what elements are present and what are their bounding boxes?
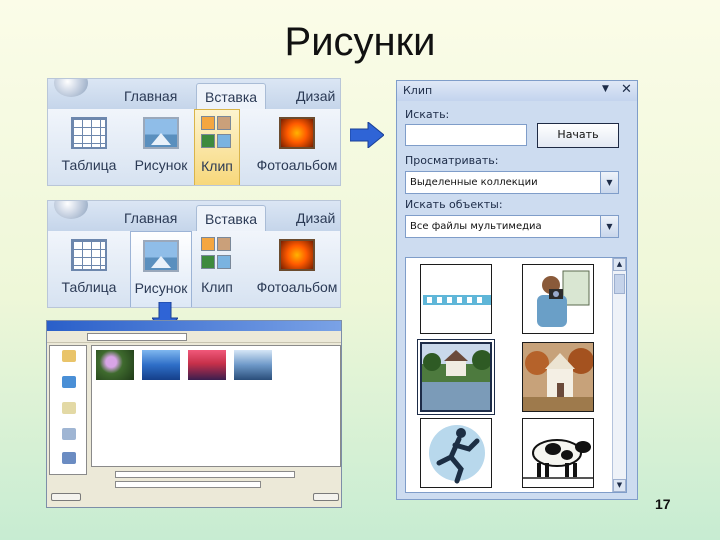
file-list [91,345,341,467]
clipart-result-film-strip[interactable] [420,264,492,334]
places-bar [49,345,87,475]
file-thumbnail[interactable] [142,350,180,380]
ribbon-tab-bar: Главная Вставка Дизай [48,79,340,109]
scroll-thumb[interactable] [614,274,625,294]
table-button-label: Таблица [61,157,117,173]
file-thumbnail[interactable] [234,350,272,380]
tab-insert[interactable]: Вставка [196,205,267,231]
film-strip-icon [423,295,491,305]
places-item[interactable] [54,350,84,363]
pane-title: Клип [403,84,433,97]
insert-button[interactable] [313,493,339,501]
clipart-result-white-house[interactable] [522,342,594,412]
picture-icon [143,117,179,149]
file-type-field[interactable] [115,481,261,488]
tools-button[interactable] [51,493,81,501]
clipart-icon [201,237,233,273]
places-item[interactable] [54,452,84,465]
ribbon-body: Таблица Рисунок Клип Фотоальбом [48,109,340,185]
picture-button[interactable]: Рисунок [130,231,192,307]
slide-title: Рисунки [284,20,436,64]
table-button[interactable]: Таблица [50,231,128,307]
file-thumbnail[interactable] [96,350,134,380]
tab-design[interactable]: Дизай [288,83,340,109]
clipart-task-pane: Клип ▼ ✕ Искать: Начать Просматривать: В… [396,80,638,500]
clipart-result-photographer[interactable] [522,264,594,334]
clipart-button[interactable]: Клип [194,231,240,307]
table-icon [71,117,107,149]
table-icon [71,239,107,271]
folder-select[interactable] [87,333,187,341]
go-button[interactable]: Начать [537,123,619,148]
clipart-icon [201,116,233,152]
file-thumbnail[interactable] [188,350,226,380]
tab-home[interactable]: Главная [116,83,185,109]
photo-album-button[interactable]: Фотоальбом [242,109,340,185]
results-scrollbar[interactable]: ▲ ▼ [612,258,626,492]
picture-button-label: Рисунок [134,157,188,173]
picture-icon [143,240,179,272]
places-item[interactable] [54,376,84,389]
picture-button[interactable]: Рисунок [130,109,192,185]
ribbon-insert-clip: Главная Вставка Дизай Таблица Рисунок Кл… [47,78,341,186]
white-house-icon [523,343,593,411]
file-type-row [91,481,341,489]
clipart-button-label: Клип [201,158,233,174]
cow-icon [523,439,593,479]
search-input[interactable] [405,124,527,146]
photo-album-button[interactable]: Фотоальбом [242,231,340,307]
insert-picture-dialog [46,320,342,508]
file-name-field[interactable] [115,471,295,478]
photo-album-icon [279,239,315,271]
media-types-select[interactable]: Все файлы мультимедиа ▼ [405,215,619,238]
media-types-label: Искать объекты: [405,198,503,211]
dialog-toolbar [47,331,341,343]
office-button-icon[interactable] [54,79,88,97]
running-figure-icon [429,425,485,484]
chevron-down-icon[interactable]: ▼ [600,216,618,237]
tab-insert[interactable]: Вставка [196,83,267,109]
chevron-down-icon[interactable]: ▼ [600,172,618,193]
close-icon[interactable]: ✕ [621,82,632,97]
pane-header: Клип ▼ ✕ [397,81,637,101]
ribbon-tab-bar: Главная Вставка Дизай [48,201,340,231]
table-button-label: Таблица [61,279,117,295]
clipart-result-cow[interactable] [522,418,594,488]
media-types-select-value: Все файлы мультимедиа [410,221,542,232]
places-item[interactable] [54,402,84,415]
photo-album-icon [279,117,315,149]
ribbon-insert-picture: Главная Вставка Дизай Таблица Рисунок Кл… [47,200,341,308]
photo-album-button-label: Фотоальбом [256,157,338,173]
places-item[interactable] [54,428,84,441]
browse-label: Просматривать: [405,154,499,167]
photographer-icon [537,270,590,327]
clipart-results: ▲ ▼ [405,257,627,493]
lake-house-icon [422,344,490,410]
clipart-button-label: Клип [201,279,233,295]
arrow-right-icon [350,122,384,148]
collections-select-value: Выделенные коллекции [410,177,538,188]
office-button-icon[interactable] [54,201,88,219]
ribbon-body: Таблица Рисунок Клип Фотоальбом [48,231,340,307]
picture-button-label: Рисунок [134,280,188,296]
scroll-down-icon[interactable]: ▼ [613,479,626,492]
slide-number: 17 [655,496,671,512]
collections-select[interactable]: Выделенные коллекции ▼ [405,171,619,194]
file-name-row [91,471,341,479]
scroll-up-icon[interactable]: ▲ [613,258,626,271]
photo-album-button-label: Фотоальбом [256,279,338,295]
tab-home[interactable]: Главная [116,205,185,231]
search-label: Искать: [405,108,450,121]
clipart-button[interactable]: Клип [194,109,240,185]
tab-design[interactable]: Дизай [288,205,340,231]
table-button[interactable]: Таблица [50,109,128,185]
clipart-result-running-figure[interactable] [420,418,492,488]
pane-options-icon[interactable]: ▼ [602,84,609,94]
dialog-title-bar [47,321,341,331]
clipart-result-lake-house[interactable] [417,339,495,415]
